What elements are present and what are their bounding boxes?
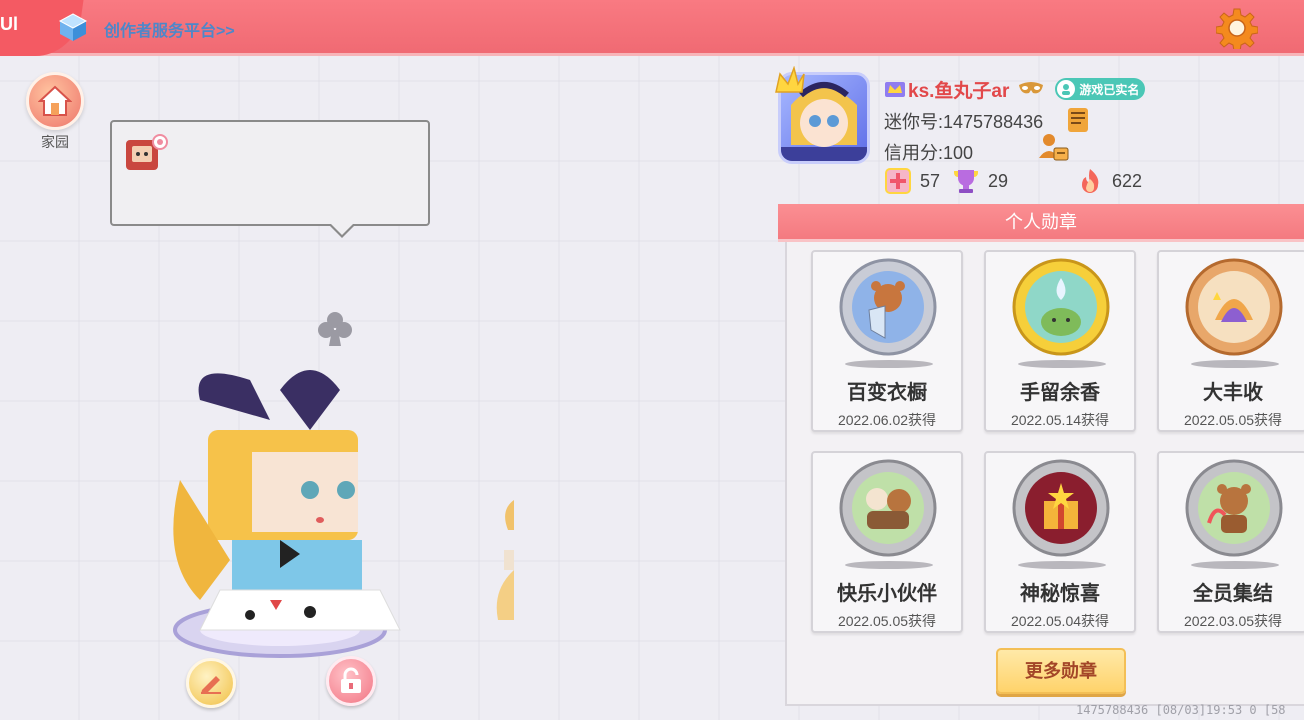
lock-button[interactable] — [326, 656, 376, 706]
home-button[interactable] — [26, 72, 84, 130]
medal-card[interactable]: 百变衣橱 2022.06.02获得 — [811, 250, 963, 432]
footer-info: 1475788436 [08/03]19:53 0 [58 — [1076, 703, 1286, 717]
medal-card[interactable]: 全员集结 2022.03.05获得 — [1157, 451, 1304, 633]
medal-date: 2022.05.14获得 — [1010, 412, 1110, 428]
medal-shadow — [1018, 561, 1106, 569]
mystery-gift-medal-icon — [1012, 459, 1110, 557]
harvest-medal-icon — [1185, 258, 1283, 356]
verified-badge: 游戏已实名 — [1055, 78, 1146, 100]
top-bar: Ul 创作者服务平台>> — [0, 0, 1304, 56]
stat-trophy-value: 29 — [988, 170, 1009, 191]
stat-cards-value: 57 — [920, 170, 941, 191]
medal-date: 2022.06.02获得 — [837, 412, 937, 428]
medal-name: 手留余香 — [1020, 382, 1100, 404]
medal-shadow — [1191, 360, 1279, 368]
medals-header: 个人勋章 — [778, 204, 1304, 242]
club-icon — [318, 312, 352, 346]
corner-tab-label: Ul — [0, 14, 18, 34]
speech-tail-fill — [330, 223, 354, 235]
medal-name: 大丰收 — [1203, 382, 1263, 404]
mini-id: 迷你号:1475788436 — [884, 112, 1044, 132]
medal-date: 2022.03.05获得 — [1183, 613, 1283, 629]
gear-icon[interactable] — [1216, 7, 1258, 49]
medal-name: 快乐小伙伴 — [837, 583, 937, 605]
stat-flame[interactable]: 622 — [1076, 166, 1142, 196]
edit-button[interactable] — [186, 658, 236, 708]
assemble-medal-icon — [1185, 459, 1283, 557]
medal-date: 2022.05.04获得 — [1010, 613, 1110, 629]
medal-shadow — [1191, 561, 1279, 569]
vip-icon — [885, 82, 905, 97]
stat-trophy[interactable]: 29 — [952, 166, 1008, 196]
player-character[interactable] — [160, 360, 430, 660]
verified-label: 游戏已实名 — [1079, 82, 1140, 97]
credit-person-icon[interactable] — [1038, 132, 1070, 162]
crown-icon — [775, 66, 805, 93]
stat-cards[interactable]: 57 — [884, 166, 940, 196]
more-medals-button[interactable]: 更多勋章 — [996, 648, 1126, 694]
pencil-icon — [201, 676, 221, 694]
stat-flame-value: 622 — [1112, 170, 1143, 191]
medal-name: 全员集结 — [1193, 583, 1273, 605]
credit-score: 信用分:100 — [884, 143, 974, 163]
cube-icon[interactable] — [58, 12, 88, 42]
medal-card[interactable]: 快乐小伙伴 2022.05.05获得 — [811, 451, 963, 633]
second-character-partial — [496, 500, 514, 620]
wardrobe-medal-icon — [839, 258, 937, 356]
person-check-icon — [1057, 80, 1076, 98]
medal-card[interactable]: 神秘惊喜 2022.05.04获得 — [984, 451, 1136, 633]
medal-date: 2022.05.05获得 — [837, 613, 937, 629]
medal-shadow — [845, 360, 933, 368]
medal-shadow — [845, 561, 933, 569]
copy-icon[interactable] — [1066, 106, 1092, 134]
fragrance-medal-icon — [1012, 258, 1110, 356]
flame-icon — [1082, 169, 1099, 193]
username: ks.鱼丸子ar — [908, 80, 1010, 102]
medal-card[interactable]: 手留余香 2022.05.14获得 — [984, 250, 1136, 432]
home-label: 家园 — [41, 134, 69, 150]
friends-medal-icon — [839, 459, 937, 557]
trophy-icon — [954, 170, 978, 193]
medal-name: 神秘惊喜 — [1020, 583, 1100, 605]
creator-platform-link[interactable]: 创作者服务平台>> — [104, 17, 235, 41]
lock-icon — [341, 667, 361, 693]
medal-card[interactable]: 大丰收 2022.05.05获得 — [1157, 250, 1304, 432]
medal-name: 百变衣橱 — [847, 382, 927, 404]
mask-icon[interactable] — [1017, 81, 1045, 97]
medal-shadow — [1018, 360, 1106, 368]
house-icon — [38, 85, 72, 116]
plus-card-icon — [885, 168, 911, 194]
medal-date: 2022.05.05获得 — [1183, 412, 1283, 428]
speech-bubble — [110, 120, 430, 238]
mini-avatar-icon — [126, 134, 168, 170]
name-row: ks.鱼丸子ar 游戏已实名 — [884, 76, 1146, 102]
